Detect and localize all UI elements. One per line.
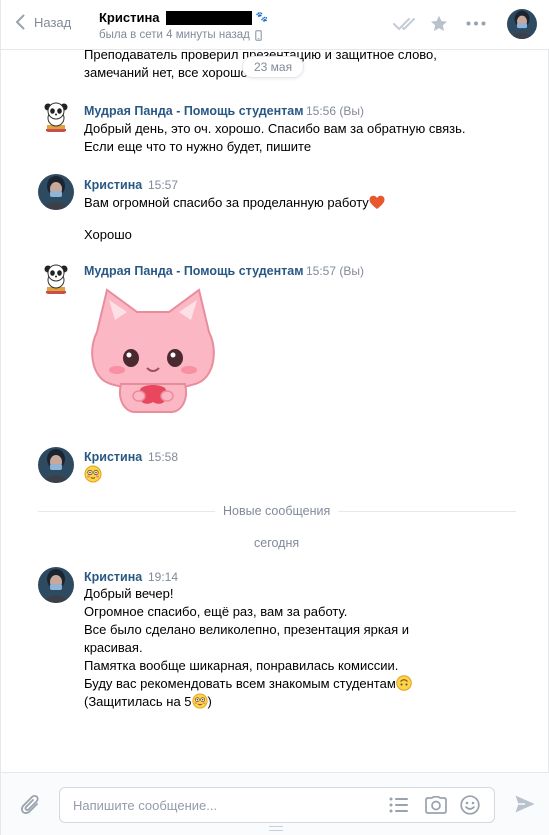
- message-text: красивая.: [84, 640, 143, 655]
- today-label: сегодня: [254, 536, 300, 550]
- redacted-surname: [165, 10, 252, 25]
- message-text: Вам огромной спасибо за проделанную рабо…: [84, 194, 385, 212]
- panda-avatar[interactable]: [38, 98, 74, 134]
- message-author[interactable]: Мудрая Панда - Помощь студентам: [84, 264, 303, 278]
- double-check-icon[interactable]: [393, 17, 419, 31]
- peer-name-text: Кристина: [99, 10, 160, 25]
- message-text-content: Буду вас рекомендовать всем знакомым сту…: [84, 676, 396, 691]
- phone-icon: [255, 29, 262, 41]
- message-input[interactable]: Напишите сообщение...: [59, 787, 495, 823]
- panda-avatar[interactable]: [38, 260, 74, 296]
- message-author[interactable]: Мудрая Панда - Помощь студентам: [84, 104, 303, 118]
- list-icon[interactable]: [389, 797, 409, 813]
- message-text: (Защитилась на 5): [84, 693, 212, 711]
- kristina-avatar[interactable]: [38, 567, 74, 603]
- message-text: Памятка вообще шикарная, понравилась ком…: [84, 658, 399, 673]
- message-author[interactable]: Кристина: [84, 570, 142, 584]
- back-button[interactable]: Назад: [15, 14, 71, 30]
- kristina-avatar[interactable]: [38, 447, 74, 483]
- new-messages-label: Новые сообщения: [215, 504, 339, 518]
- message-time[interactable]: 15:56 (Вы): [306, 104, 364, 118]
- cat-sticker[interactable]: [85, 284, 221, 421]
- message-text: Если еще что то нужно будет, пишите: [84, 139, 312, 154]
- chat-header: Назад Кристина 🐾 была в сети 4 минуты на…: [1, 0, 549, 50]
- message-text: Добрый день, это оч. хорошо. Спасибо вам…: [84, 121, 466, 136]
- upside-down-emoji-icon: [395, 675, 412, 691]
- chat-window: Назад Кристина 🐾 была в сети 4 минуты на…: [0, 0, 549, 835]
- paw-icon: 🐾: [255, 12, 268, 23]
- message-text: Добрый вечер!: [84, 586, 174, 601]
- message-text-content: Вам огромной спасибо за проделанную рабо…: [84, 195, 369, 210]
- peer-name[interactable]: Кристина 🐾: [99, 10, 268, 25]
- message-time[interactable]: 15:57 (Вы): [306, 264, 364, 278]
- blush-emoji-icon: [84, 465, 102, 483]
- peer-avatar[interactable]: [507, 9, 537, 39]
- message-text: Все было сделано великолепно, презентаци…: [84, 622, 409, 637]
- message-author[interactable]: Кристина: [84, 450, 142, 464]
- message-text: замечаний нет, все хорошо: [84, 65, 248, 80]
- peer-status-text: была в сети 4 минуты назад: [99, 29, 250, 41]
- message-text: Огромное спасибо, ещё раз, вам за работу…: [84, 604, 348, 619]
- star-icon[interactable]: [430, 15, 448, 32]
- heart-icon: [369, 195, 385, 209]
- message-input-placeholder: Напишите сообщение...: [73, 798, 218, 813]
- message-author[interactable]: Кристина: [84, 178, 142, 192]
- message-time[interactable]: 19:14: [148, 570, 178, 584]
- message-list[interactable]: 23 мая Преподаватель проверил презентаци…: [1, 50, 549, 772]
- resize-grip[interactable]: [269, 826, 283, 831]
- smile-icon[interactable]: [460, 795, 480, 815]
- message-text: Хорошо: [84, 227, 132, 242]
- paperclip-icon[interactable]: [21, 794, 41, 816]
- message-text-suffix: ): [207, 694, 212, 709]
- kristina-avatar[interactable]: [38, 174, 74, 210]
- message-text-content: (Защитилась на 5: [84, 694, 192, 709]
- date-pill: 23 мая: [242, 56, 305, 78]
- message-time[interactable]: 15:58: [148, 450, 178, 464]
- blush-emoji-icon: [191, 693, 208, 709]
- message-text: Буду вас рекомендовать всем знакомым сту…: [84, 675, 412, 693]
- peer-status: была в сети 4 минуты назад: [99, 29, 262, 41]
- message-time[interactable]: 15:57: [148, 178, 178, 192]
- chevron-left-icon: [16, 14, 25, 30]
- more-icon[interactable]: [466, 21, 486, 26]
- back-label: Назад: [34, 14, 72, 30]
- send-icon[interactable]: [514, 794, 536, 814]
- camera-icon[interactable]: [425, 796, 447, 814]
